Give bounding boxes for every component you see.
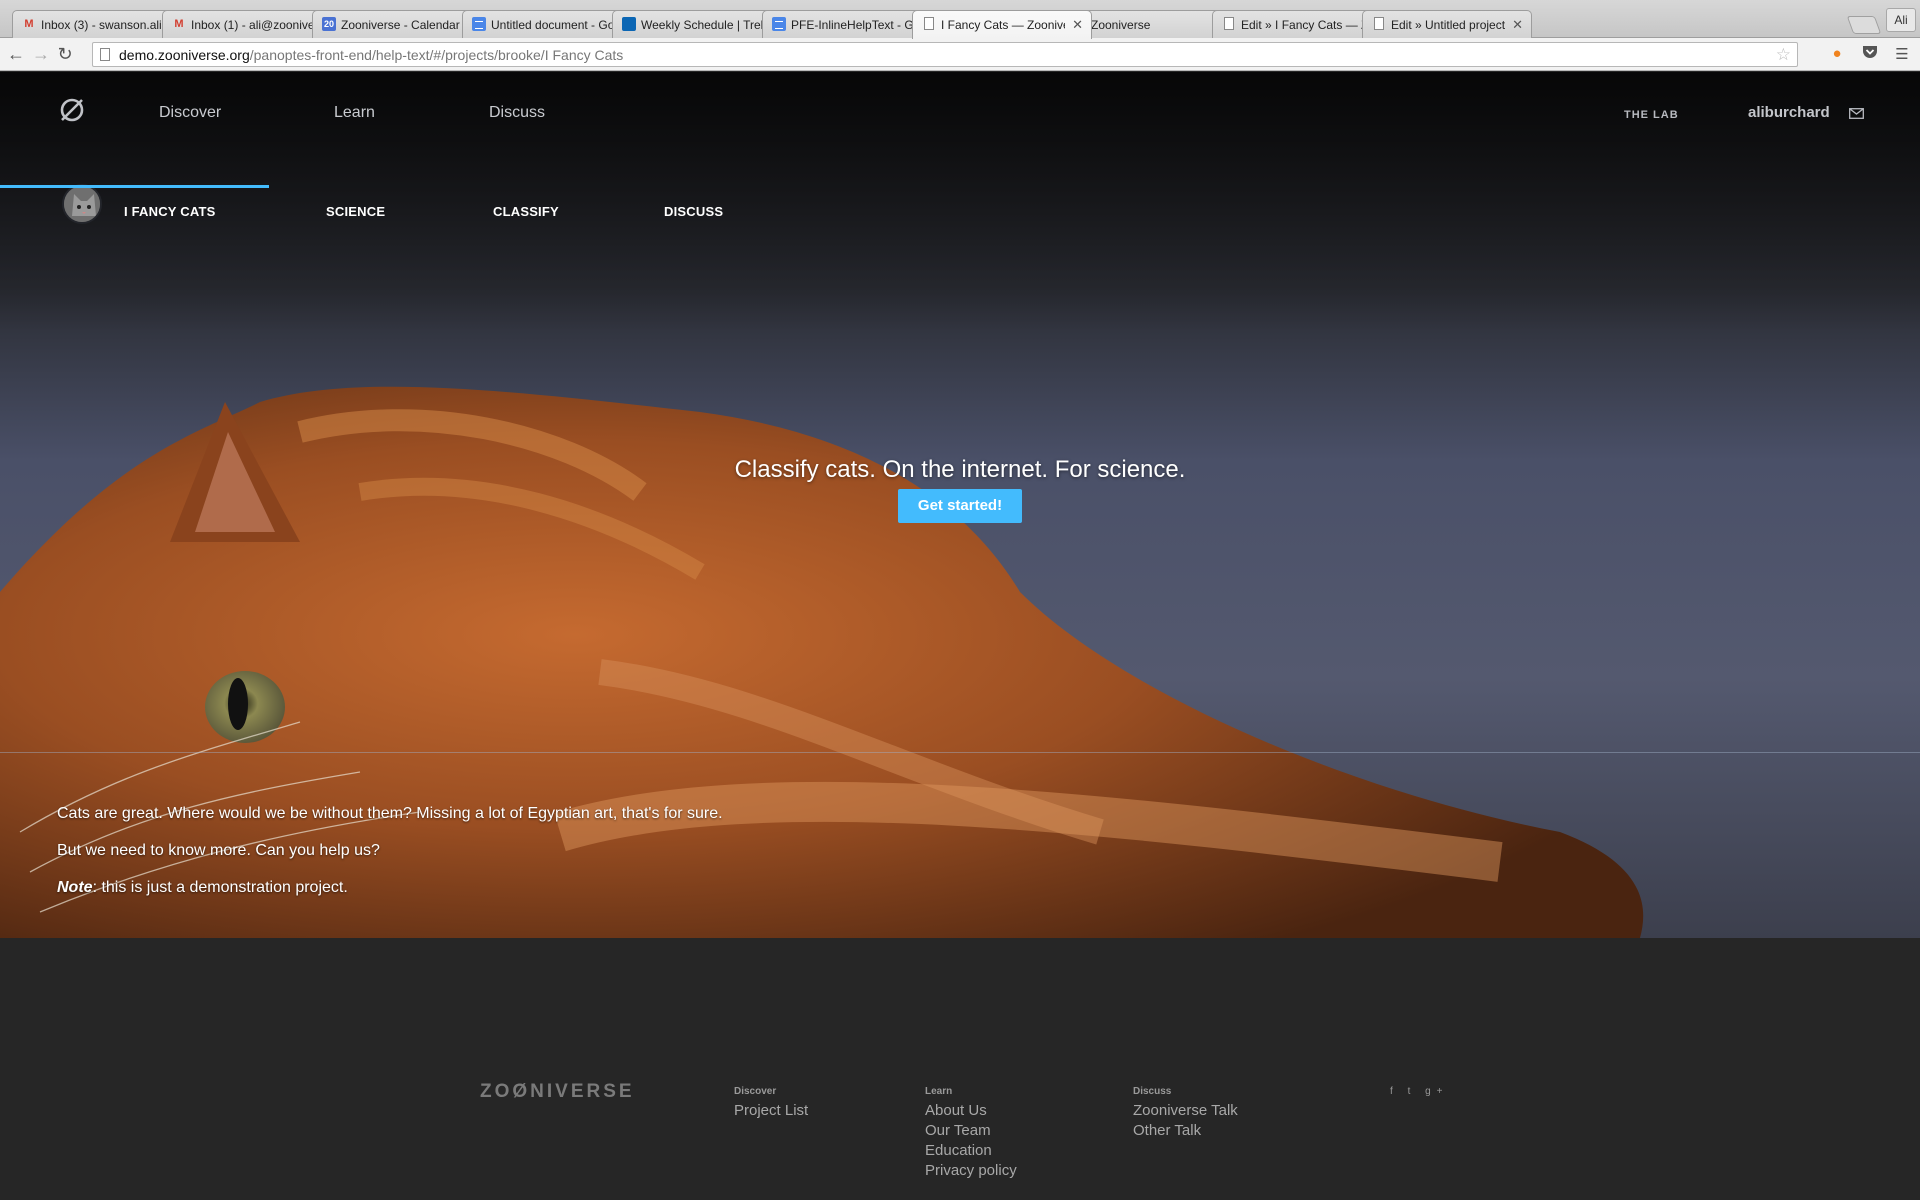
project-nav-classify[interactable]: CLASSIFY bbox=[493, 204, 559, 219]
project-description: Cats are great. Where would we be withou… bbox=[57, 804, 857, 915]
gmail-icon: M bbox=[24, 18, 34, 30]
google-plus-icon[interactable]: g+ bbox=[1425, 1086, 1448, 1097]
extension-fire-icon[interactable]: ● bbox=[1827, 45, 1847, 65]
nav-the-lab[interactable]: THE LAB bbox=[1624, 109, 1679, 121]
project-title-link[interactable]: I FANCY CATS bbox=[124, 204, 215, 219]
footer-heading: Discover bbox=[734, 1086, 777, 1097]
footer-column-discuss: Discuss Zooniverse Talk Other Talk bbox=[1133, 1086, 1238, 1141]
footer-link-project-list[interactable]: Project List bbox=[734, 1101, 808, 1121]
browser-tab[interactable]: Edit » Untitled project 20 ✕ bbox=[1362, 10, 1532, 38]
hero-section: Discover Learn Discuss THE LAB aliburcha… bbox=[0, 72, 1920, 938]
hero-tagline: Classify cats. On the internet. For scie… bbox=[734, 456, 1186, 483]
social-links: f t g+ bbox=[1390, 1086, 1449, 1097]
user-account-link[interactable]: aliburchard bbox=[1748, 104, 1830, 121]
gmail-icon: M bbox=[174, 18, 184, 30]
project-nav: I FANCY CATS SCIENCE CLASSIFY DISCUSS bbox=[0, 180, 1920, 234]
tab-title: Edit » I Fancy Cats — Zo bbox=[1241, 18, 1365, 32]
url-path: /panoptes-front-end/help-text/#/projects… bbox=[249, 47, 624, 63]
calendar-icon: 20 bbox=[322, 17, 336, 31]
back-icon[interactable]: ← bbox=[5, 44, 27, 66]
footer-heading: Discuss bbox=[1133, 1086, 1172, 1097]
profile-button[interactable]: Ali bbox=[1886, 8, 1916, 32]
page-icon bbox=[1224, 17, 1234, 30]
browser-toolbar: ← → ↻ demo.zooniverse.org/panoptes-front… bbox=[0, 38, 1920, 71]
site-footer: ZOØNIVERSE Discover Project List Learn A… bbox=[0, 938, 1920, 1200]
close-icon[interactable]: ✕ bbox=[1512, 17, 1523, 33]
cat-avatar-icon bbox=[64, 186, 100, 222]
reload-icon[interactable]: ↻ bbox=[54, 44, 76, 66]
nav-discuss[interactable]: Discuss bbox=[489, 104, 545, 122]
project-nav-discuss[interactable]: DISCUSS bbox=[664, 204, 723, 219]
project-nav-science[interactable]: SCIENCE bbox=[326, 204, 385, 219]
get-started-button[interactable]: Get started! bbox=[898, 489, 1022, 523]
nav-learn[interactable]: Learn bbox=[334, 104, 375, 122]
description-note: Note: this is just a demonstration proje… bbox=[57, 878, 857, 898]
tab-title: Edit » Untitled project 20 bbox=[1391, 18, 1505, 32]
page-icon bbox=[100, 48, 110, 61]
web-page: Discover Learn Discuss THE LAB aliburcha… bbox=[0, 72, 1920, 1200]
bookmark-star-icon[interactable]: ☆ bbox=[1776, 45, 1791, 65]
url-text[interactable]: demo.zooniverse.org/panoptes-front-end/h… bbox=[119, 47, 623, 63]
tab-title: I Fancy Cats — Zooniver bbox=[941, 18, 1065, 32]
nav-discover[interactable]: Discover bbox=[159, 104, 221, 122]
forward-icon[interactable]: → bbox=[30, 44, 52, 66]
twitter-icon[interactable]: t bbox=[1408, 1086, 1417, 1097]
note-text: : this is just a demonstration project. bbox=[92, 879, 348, 896]
footer-link-other-talk[interactable]: Other Talk bbox=[1133, 1121, 1238, 1141]
tab-title: Inbox (1) - ali@zooniver bbox=[191, 18, 315, 32]
note-label: Note bbox=[57, 879, 93, 896]
tab-title: Zooniverse - Calendar bbox=[341, 18, 460, 32]
trello-icon bbox=[622, 17, 636, 31]
tab-title: Zooniverse bbox=[1091, 18, 1151, 32]
footer-column-discover: Discover Project List bbox=[734, 1086, 808, 1121]
project-avatar[interactable] bbox=[62, 184, 102, 224]
tab-title: Inbox (3) - swanson.ali bbox=[41, 18, 162, 32]
envelope-icon[interactable] bbox=[1849, 108, 1864, 119]
footer-link-our-team[interactable]: Our Team bbox=[925, 1121, 1017, 1141]
facebook-icon[interactable]: f bbox=[1390, 1086, 1399, 1097]
description-line: Cats are great. Where would we be withou… bbox=[57, 805, 723, 822]
docs-icon bbox=[772, 17, 786, 31]
tab-title: Weekly Schedule | Trello bbox=[641, 18, 765, 32]
docs-icon bbox=[472, 17, 486, 31]
browser-tab-active[interactable]: I Fancy Cats — Zooniver ✕ bbox=[912, 10, 1092, 39]
tab-title: PFE-InlineHelpText - Go bbox=[791, 18, 915, 32]
footer-link-education[interactable]: Education bbox=[925, 1141, 1017, 1161]
new-tab-button[interactable] bbox=[1846, 16, 1882, 34]
pocket-icon[interactable] bbox=[1860, 45, 1880, 65]
zooniverse-logo-icon[interactable] bbox=[58, 96, 86, 124]
browser-tab-strip: M Inbox (3) - swanson.ali ✕ M Inbox (1) … bbox=[0, 0, 1920, 39]
active-tab-indicator bbox=[0, 185, 269, 188]
footer-column-learn: Learn About Us Our Team Education Privac… bbox=[925, 1086, 1017, 1181]
footer-heading: Learn bbox=[925, 1086, 953, 1097]
menu-icon[interactable]: ☰ bbox=[1892, 45, 1912, 65]
site-nav: Discover Learn Discuss THE LAB aliburcha… bbox=[0, 72, 1920, 160]
footer-link-zooniverse-talk[interactable]: Zooniverse Talk bbox=[1133, 1101, 1238, 1121]
footer-link-about-us[interactable]: About Us bbox=[925, 1101, 1017, 1121]
url-host: demo.zooniverse.org bbox=[119, 47, 250, 63]
description-line: But we need to know more. Can you help u… bbox=[57, 842, 380, 859]
close-icon[interactable]: ✕ bbox=[1072, 17, 1083, 33]
page-icon bbox=[1374, 17, 1384, 30]
section-divider bbox=[0, 752, 1920, 753]
address-bar[interactable]: demo.zooniverse.org/panoptes-front-end/h… bbox=[92, 42, 1798, 67]
footer-link-privacy-policy[interactable]: Privacy policy bbox=[925, 1161, 1017, 1181]
tab-title: Untitled document - Goo bbox=[491, 18, 615, 32]
page-icon bbox=[924, 17, 934, 30]
footer-logo[interactable]: ZOØNIVERSE bbox=[480, 1081, 635, 1103]
